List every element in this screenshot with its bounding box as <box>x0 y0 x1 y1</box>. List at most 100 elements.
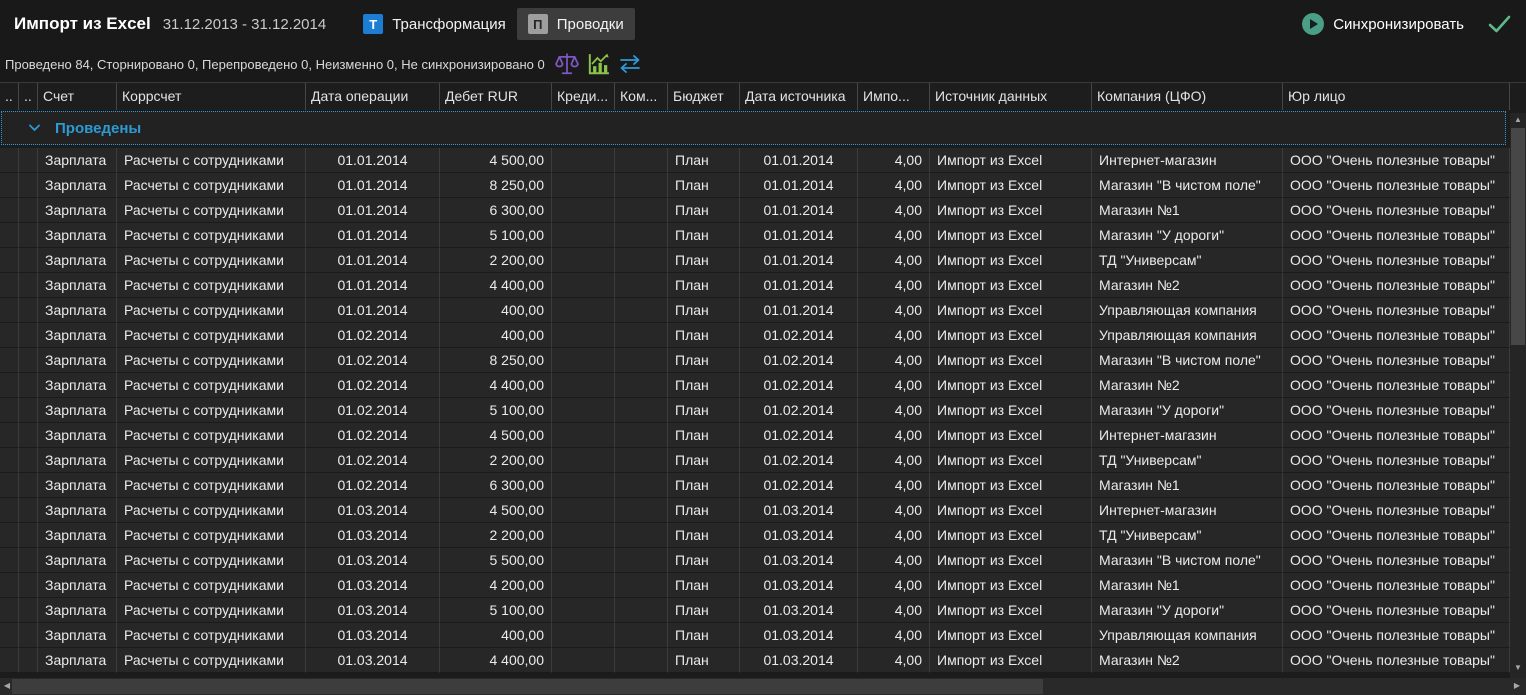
table-cell-schet[interactable]: Зарплата <box>38 423 117 448</box>
table-cell-company[interactable]: Магазин №1 <box>1092 198 1283 223</box>
table-cell-source[interactable]: Импорт из Excel <box>930 598 1092 623</box>
table-cell-debit[interactable]: 8 250,00 <box>440 348 552 373</box>
table-cell-entity[interactable]: ООО "Очень полезные товары" <box>1283 523 1510 548</box>
table-cell-kom[interactable] <box>615 323 668 348</box>
table-cell-date_op[interactable]: 01.02.2014 <box>306 398 440 423</box>
table-cell-kom[interactable] <box>615 223 668 248</box>
table-cell-schet[interactable]: Зарплата <box>38 373 117 398</box>
table-cell-budget[interactable]: План <box>668 223 740 248</box>
table-cell-import_qty[interactable]: 4,00 <box>858 198 930 223</box>
table-cell-date_src[interactable]: 01.01.2014 <box>740 298 858 323</box>
table-cell-credit[interactable] <box>552 248 615 273</box>
table-cell-date_src[interactable]: 01.01.2014 <box>740 148 858 173</box>
table-cell-sel1[interactable] <box>0 648 19 673</box>
table-cell-schet[interactable]: Зарплата <box>38 598 117 623</box>
table-cell-date_src[interactable]: 01.01.2014 <box>740 198 858 223</box>
table-cell-import_qty[interactable]: 4,00 <box>858 173 930 198</box>
vertical-scrollbar[interactable]: ▲ ▼ <box>1510 113 1526 678</box>
table-cell-sel2[interactable] <box>19 573 38 598</box>
table-cell-date_src[interactable]: 01.03.2014 <box>740 573 858 598</box>
table-cell-sel2[interactable] <box>19 298 38 323</box>
table-cell-company[interactable]: ТД "Универсам" <box>1092 448 1283 473</box>
table-cell-korrschet[interactable]: Расчеты с сотрудниками <box>117 623 306 648</box>
table-row[interactable]: ЗарплатаРасчеты с сотрудниками01.01.2014… <box>0 273 1510 298</box>
table-cell-source[interactable]: Импорт из Excel <box>930 223 1092 248</box>
table-cell-source[interactable]: Импорт из Excel <box>930 423 1092 448</box>
table-cell-debit[interactable]: 4 500,00 <box>440 498 552 523</box>
table-cell-sel2[interactable] <box>19 173 38 198</box>
table-cell-source[interactable]: Импорт из Excel <box>930 473 1092 498</box>
table-cell-company[interactable]: Магазин "У дороги" <box>1092 223 1283 248</box>
table-cell-sel1[interactable] <box>0 423 19 448</box>
table-cell-company[interactable]: Магазин "У дороги" <box>1092 598 1283 623</box>
table-cell-sel2[interactable] <box>19 223 38 248</box>
table-cell-debit[interactable]: 4 500,00 <box>440 148 552 173</box>
table-cell-korrschet[interactable]: Расчеты с сотрудниками <box>117 223 306 248</box>
table-cell-import_qty[interactable]: 4,00 <box>858 148 930 173</box>
column-header-schet[interactable]: Счет <box>38 83 117 110</box>
table-cell-sel2[interactable] <box>19 598 38 623</box>
table-cell-company[interactable]: Магазин №1 <box>1092 573 1283 598</box>
table-cell-debit[interactable]: 5 500,00 <box>440 548 552 573</box>
table-cell-kom[interactable] <box>615 298 668 323</box>
table-row[interactable]: ЗарплатаРасчеты с сотрудниками01.01.2014… <box>0 198 1510 223</box>
table-cell-debit[interactable]: 4 400,00 <box>440 648 552 673</box>
table-cell-kom[interactable] <box>615 573 668 598</box>
table-cell-schet[interactable]: Зарплата <box>38 198 117 223</box>
table-cell-company[interactable]: Магазин "В чистом поле" <box>1092 348 1283 373</box>
table-cell-source[interactable]: Импорт из Excel <box>930 373 1092 398</box>
table-cell-debit[interactable]: 400,00 <box>440 623 552 648</box>
table-cell-date_src[interactable]: 01.02.2014 <box>740 473 858 498</box>
table-cell-sel2[interactable] <box>19 448 38 473</box>
table-cell-sel1[interactable] <box>0 173 19 198</box>
chart-icon[interactable] <box>586 52 610 76</box>
table-cell-date_op[interactable]: 01.01.2014 <box>306 198 440 223</box>
table-cell-date_op[interactable]: 01.01.2014 <box>306 248 440 273</box>
table-cell-korrschet[interactable]: Расчеты с сотрудниками <box>117 598 306 623</box>
table-cell-korrschet[interactable]: Расчеты с сотрудниками <box>117 173 306 198</box>
table-cell-sel2[interactable] <box>19 548 38 573</box>
table-cell-date_op[interactable]: 01.01.2014 <box>306 223 440 248</box>
column-header-company[interactable]: Компания (ЦФО) <box>1092 83 1283 110</box>
table-cell-credit[interactable] <box>552 448 615 473</box>
table-cell-credit[interactable] <box>552 198 615 223</box>
table-row[interactable]: ЗарплатаРасчеты с сотрудниками01.03.2014… <box>0 623 1510 648</box>
table-cell-entity[interactable]: ООО "Очень полезные товары" <box>1283 298 1510 323</box>
table-cell-budget[interactable]: План <box>668 173 740 198</box>
table-cell-source[interactable]: Импорт из Excel <box>930 523 1092 548</box>
table-cell-korrschet[interactable]: Расчеты с сотрудниками <box>117 573 306 598</box>
table-cell-schet[interactable]: Зарплата <box>38 323 117 348</box>
table-cell-sel2[interactable] <box>19 148 38 173</box>
table-cell-import_qty[interactable]: 4,00 <box>858 648 930 673</box>
table-cell-kom[interactable] <box>615 373 668 398</box>
table-cell-sel2[interactable] <box>19 248 38 273</box>
table-cell-sel1[interactable] <box>0 273 19 298</box>
table-row[interactable]: ЗарплатаРасчеты с сотрудниками01.02.2014… <box>0 348 1510 373</box>
table-cell-sel1[interactable] <box>0 573 19 598</box>
table-cell-credit[interactable] <box>552 298 615 323</box>
table-cell-debit[interactable]: 4 400,00 <box>440 373 552 398</box>
table-cell-date_op[interactable]: 01.01.2014 <box>306 173 440 198</box>
transformation-button[interactable]: Т Трансформация <box>352 8 517 40</box>
table-cell-date_src[interactable]: 01.03.2014 <box>740 623 858 648</box>
table-cell-budget[interactable]: План <box>668 523 740 548</box>
synchronize-button[interactable]: Синхронизировать <box>1302 13 1464 35</box>
table-cell-source[interactable]: Импорт из Excel <box>930 498 1092 523</box>
table-cell-sel1[interactable] <box>0 548 19 573</box>
table-cell-sel1[interactable] <box>0 398 19 423</box>
table-cell-sel2[interactable] <box>19 648 38 673</box>
table-cell-kom[interactable] <box>615 648 668 673</box>
table-cell-import_qty[interactable]: 4,00 <box>858 223 930 248</box>
table-cell-company[interactable]: ТД "Универсам" <box>1092 523 1283 548</box>
table-cell-import_qty[interactable]: 4,00 <box>858 448 930 473</box>
table-cell-budget[interactable]: План <box>668 623 740 648</box>
table-cell-date_op[interactable]: 01.03.2014 <box>306 573 440 598</box>
table-cell-entity[interactable]: ООО "Очень полезные товары" <box>1283 598 1510 623</box>
table-cell-credit[interactable] <box>552 573 615 598</box>
table-cell-source[interactable]: Импорт из Excel <box>930 323 1092 348</box>
table-cell-date_op[interactable]: 01.02.2014 <box>306 323 440 348</box>
table-cell-company[interactable]: Интернет-магазин <box>1092 148 1283 173</box>
table-cell-korrschet[interactable]: Расчеты с сотрудниками <box>117 348 306 373</box>
table-row[interactable]: ЗарплатаРасчеты с сотрудниками01.01.2014… <box>0 248 1510 273</box>
table-cell-company[interactable]: Магазин "В чистом поле" <box>1092 548 1283 573</box>
